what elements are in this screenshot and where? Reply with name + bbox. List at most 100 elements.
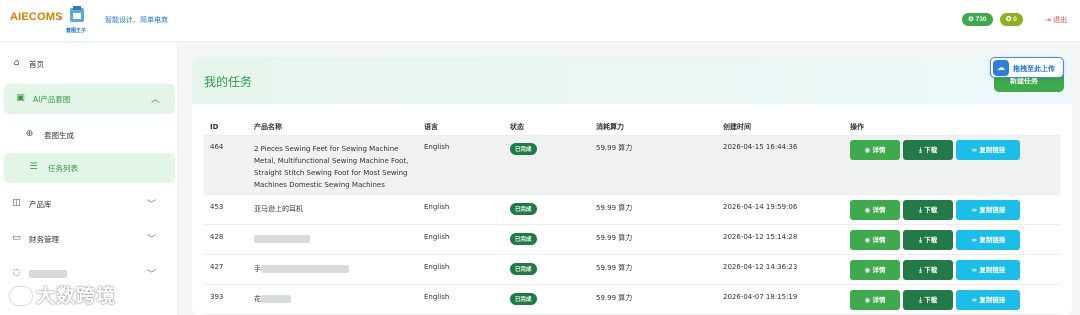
row-time: 2026-04-07 18:15:19 — [717, 284, 844, 315]
copy-link-button[interactable]: ∞ 复制链接 — [956, 199, 1021, 220]
row-name-text: 手 — [254, 264, 261, 273]
detail-label: 详情 — [872, 235, 886, 244]
table-row: 453 亚马逊上的耳机 English 已完成 59.99 算力 2026-04… — [204, 194, 1060, 225]
chevron-up-icon: ︿ — [151, 95, 161, 105]
row-id: 428 — [204, 224, 248, 255]
col-id: ID — [204, 120, 248, 136]
star-icon: ✪ — [1006, 16, 1012, 23]
table-row: 464 2 Pieces Sewing Feet for Sewing Mach… — [204, 135, 1060, 195]
cloud-upload-icon: ☁ — [993, 60, 1009, 76]
logout-button[interactable]: ⇥ 退出 — [1045, 15, 1067, 25]
download-button[interactable]: ⤓ 下载 — [903, 199, 954, 220]
row-cost: 59.99 算力 — [590, 194, 717, 225]
plus-circle-icon: ⊕ — [25, 129, 34, 139]
sidebar-item-home[interactable]: ⌂ 首页 — [0, 49, 178, 79]
copy-label: 复制链接 — [979, 205, 1006, 214]
sidebar-item-label: 套图生成 — [44, 131, 74, 140]
watermark-text: 大数跨境 — [36, 285, 117, 307]
drag-upload-widget[interactable]: ☁ 拖拽至此上传 — [990, 57, 1064, 78]
sidebar-item-image-generation[interactable]: ⊕ 套图生成 — [0, 120, 178, 150]
copy-link-button[interactable]: ∞ 复制链接 — [956, 229, 1021, 250]
task-table: ID 产品名称 语言 状态 消耗算力 创建时间 操作 464 2 Pieces … — [204, 120, 1060, 315]
copy-label: 复制链接 — [979, 235, 1006, 244]
task-card: 我的任务 新建任务 ID 产品名称 语言 状态 消耗算力 创建时间 操作 464… — [192, 57, 1072, 315]
row-cost: 59.99 算力 — [590, 254, 717, 285]
row-cost: 59.99 算力 — [590, 135, 717, 195]
row-id: 453 — [204, 194, 248, 225]
download-button[interactable]: ⤓ 下载 — [903, 139, 954, 160]
link-icon: ∞ — [971, 235, 978, 244]
table-header-row: ID 产品名称 语言 状态 消耗算力 创建时间 操作 — [204, 120, 1060, 136]
eye-icon: ◉ — [864, 235, 871, 244]
partner-name: 套图王子 — [66, 28, 87, 34]
col-name: 产品名称 — [248, 120, 418, 136]
partner-logo-icon — [70, 6, 84, 22]
sidebar-item-ai-product-images[interactable]: ▣ AI产品套图 ︿ — [4, 84, 175, 114]
link-icon: ∞ — [971, 205, 978, 214]
download-button[interactable]: ⤓ 下载 — [903, 229, 954, 250]
list-icon: ☰ — [29, 162, 38, 172]
sidebar-item-label: 任务列表 — [48, 164, 78, 173]
col-actions: 操作 — [844, 120, 1060, 136]
chevron-down-icon: ﹀ — [147, 270, 157, 280]
copy-link-button[interactable]: ∞ 复制链接 — [956, 289, 1021, 310]
row-cost: 59.99 算力 — [590, 224, 717, 255]
card-header: 我的任务 新建任务 — [192, 57, 1072, 104]
row-language: English — [418, 194, 504, 225]
redacted-label — [29, 269, 67, 278]
home-icon: ⌂ — [13, 58, 20, 68]
download-label: 下载 — [924, 205, 938, 214]
eye-icon: ◉ — [864, 205, 871, 214]
status-badge: 已完成 — [510, 202, 537, 215]
row-time: 2026-04-12 14:36:23 — [717, 254, 844, 285]
download-label: 下载 — [924, 145, 938, 154]
copy-label: 复制链接 — [979, 145, 1006, 154]
logout-label: 退出 — [1053, 16, 1068, 24]
top-header: AIECOMS × 套图王子 智能设计、简单电商 ⚙ 730 ✪ 0 ⇥ 退出 — [0, 0, 1080, 42]
copy-label: 复制链接 — [979, 265, 1006, 274]
sidebar-item-task-list[interactable]: ☰ 任务列表 — [4, 153, 175, 183]
logout-icon: ⇥ — [1045, 16, 1051, 24]
watermark: 大数跨境 — [10, 281, 116, 308]
row-language: English — [418, 135, 504, 195]
sidebar-item-finance[interactable]: ▭ 财务管理 ﹀ — [0, 224, 178, 254]
table-row: 427 手 English 已完成 59.99 算力 2026-04-12 14… — [204, 254, 1060, 285]
col-status: 状态 — [504, 120, 590, 136]
download-button[interactable]: ⤓ 下载 — [903, 289, 954, 310]
copy-link-button[interactable]: ∞ 复制链接 — [956, 139, 1021, 160]
sidebar-item-product-library[interactable]: ◫ 产品库 ﹀ — [0, 189, 178, 219]
link-icon: ∞ — [971, 295, 978, 304]
status-badge: 已完成 — [510, 262, 537, 275]
row-id: 393 — [204, 284, 248, 315]
detail-button[interactable]: ◉ 详情 — [850, 139, 900, 160]
row-name-text: 花 — [254, 294, 261, 303]
download-icon: ⤓ — [919, 205, 923, 214]
copy-link-button[interactable]: ∞ 复制链接 — [956, 259, 1021, 280]
row-time: 2026-04-12 15:14:28 — [717, 224, 844, 255]
chevron-down-icon: ﹀ — [147, 235, 157, 245]
copy-label: 复制链接 — [979, 295, 1006, 304]
download-label: 下载 — [924, 295, 938, 304]
detail-label: 详情 — [872, 205, 886, 214]
row-id: 427 — [204, 254, 248, 285]
detail-button[interactable]: ◉ 详情 — [850, 289, 900, 310]
eye-icon: ◉ — [864, 295, 871, 304]
detail-button[interactable]: ◉ 详情 — [850, 259, 900, 280]
link-icon: ∞ — [971, 265, 978, 274]
download-icon: ⤓ — [919, 145, 923, 154]
logo-text[interactable]: AIECOMS — [10, 11, 63, 23]
detail-label: 详情 — [872, 145, 886, 154]
detail-button[interactable]: ◉ 详情 — [850, 229, 900, 250]
detail-button[interactable]: ◉ 详情 — [850, 199, 900, 220]
status-badge: 已完成 — [510, 142, 537, 155]
sidebar-item-label: 财务管理 — [29, 235, 59, 244]
row-time: 2026-04-15 16:44:36 — [717, 135, 844, 195]
sidebar: ⌂ 首页 ▣ AI产品套图 ︿ ⊕ 套图生成 ☰ 任务列表 ◫ 产品库 ﹀ ▭ … — [0, 43, 178, 315]
col-cost: 消耗算力 — [590, 120, 717, 136]
points-badge[interactable]: ⚙ 730 — [962, 13, 993, 26]
eye-icon: ◉ — [864, 145, 871, 154]
download-button[interactable]: ⤓ 下载 — [903, 259, 954, 280]
vip-badge[interactable]: ✪ 0 — [1000, 13, 1023, 26]
tagline: 智能设计、简单电商 — [105, 16, 168, 24]
row-language: English — [418, 224, 504, 255]
